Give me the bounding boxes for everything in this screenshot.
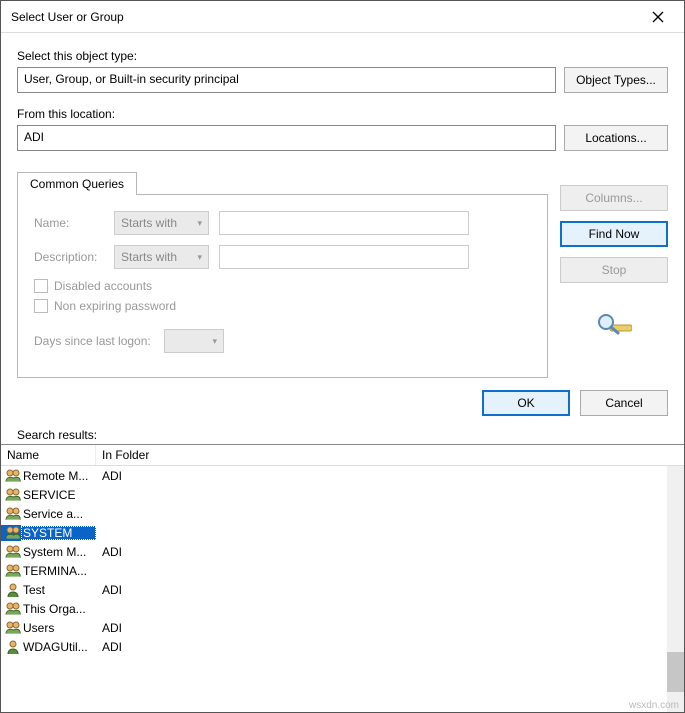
chevron-down-icon: ▾ bbox=[197, 218, 202, 229]
group-icon bbox=[1, 544, 21, 560]
search-results-label: Search results: bbox=[17, 428, 684, 442]
group-icon bbox=[1, 563, 21, 579]
cancel-button[interactable]: Cancel bbox=[580, 390, 668, 416]
disabled-accounts-label: Disabled accounts bbox=[54, 279, 152, 293]
table-row[interactable]: System M...ADI bbox=[1, 542, 684, 561]
table-row[interactable]: TERMINA... bbox=[1, 561, 684, 580]
query-name-label: Name: bbox=[34, 216, 114, 230]
group-icon bbox=[1, 487, 21, 503]
column-header-folder[interactable]: In Folder bbox=[96, 445, 684, 465]
stop-button[interactable]: Stop bbox=[560, 257, 668, 283]
days-logon-select[interactable]: ▾ bbox=[164, 329, 224, 353]
dialog-window: Select User or Group Select this object … bbox=[0, 0, 685, 713]
result-name: System M... bbox=[21, 545, 96, 559]
non-expiring-checkbox[interactable] bbox=[34, 299, 48, 313]
table-row[interactable]: WDAGUtil...ADI bbox=[1, 637, 684, 656]
group-icon bbox=[1, 525, 21, 541]
query-desc-label: Description: bbox=[34, 250, 114, 264]
result-folder: ADI bbox=[96, 469, 684, 483]
result-folder: ADI bbox=[96, 545, 684, 559]
group-icon bbox=[1, 601, 21, 617]
watermark: wsxdn.com bbox=[629, 700, 679, 711]
locations-button[interactable]: Locations... bbox=[564, 125, 668, 151]
table-row[interactable]: This Orga... bbox=[1, 599, 684, 618]
result-name: Remote M... bbox=[21, 469, 96, 483]
result-folder: ADI bbox=[96, 621, 684, 635]
scroll-thumb[interactable] bbox=[667, 652, 684, 692]
tab-common-queries[interactable]: Common Queries bbox=[17, 172, 137, 195]
result-name: Test bbox=[21, 583, 96, 597]
dialog-content: Select this object type: User, Group, or… bbox=[1, 33, 684, 422]
table-row[interactable]: SYSTEM bbox=[1, 523, 684, 542]
results-list: Name In Folder Remote M...ADISERVICEServ… bbox=[1, 444, 684, 712]
scrollbar[interactable] bbox=[667, 466, 684, 712]
table-row[interactable]: TestADI bbox=[1, 580, 684, 599]
non-expiring-label: Non expiring password bbox=[54, 299, 176, 313]
result-name: SYSTEM bbox=[21, 526, 96, 540]
search-magnifier-icon bbox=[596, 313, 632, 337]
chevron-down-icon: ▾ bbox=[197, 252, 202, 263]
result-folder: ADI bbox=[96, 640, 684, 654]
user-icon bbox=[1, 639, 21, 655]
location-field[interactable]: ADI bbox=[17, 125, 556, 151]
query-desc-mode-select[interactable]: Starts with ▾ bbox=[114, 245, 209, 269]
table-row[interactable]: Remote M...ADI bbox=[1, 466, 684, 485]
columns-button[interactable]: Columns... bbox=[560, 185, 668, 211]
query-desc-input[interactable] bbox=[219, 245, 469, 269]
object-type-label: Select this object type: bbox=[17, 49, 668, 63]
object-types-button[interactable]: Object Types... bbox=[564, 67, 668, 93]
ok-button[interactable]: OK bbox=[482, 390, 570, 416]
titlebar: Select User or Group bbox=[1, 1, 684, 33]
location-label: From this location: bbox=[17, 107, 668, 121]
query-name-mode-select[interactable]: Starts with ▾ bbox=[114, 211, 209, 235]
find-now-button[interactable]: Find Now bbox=[560, 221, 668, 247]
disabled-accounts-checkbox[interactable] bbox=[34, 279, 48, 293]
user-icon bbox=[1, 582, 21, 598]
result-name: SERVICE bbox=[21, 488, 96, 502]
days-logon-label: Days since last logon: bbox=[34, 334, 164, 348]
results-body[interactable]: Remote M...ADISERVICEService a...SYSTEMS… bbox=[1, 466, 684, 712]
table-row[interactable]: Service a... bbox=[1, 504, 684, 523]
chevron-down-icon: ▾ bbox=[212, 336, 217, 347]
table-row[interactable]: UsersADI bbox=[1, 618, 684, 637]
result-folder: ADI bbox=[96, 583, 684, 597]
query-name-input[interactable] bbox=[219, 211, 469, 235]
close-button[interactable] bbox=[638, 3, 678, 31]
tab-body: Name: Starts with ▾ Description: Starts … bbox=[17, 194, 548, 378]
result-name: WDAGUtil... bbox=[21, 640, 96, 654]
result-name: Service a... bbox=[21, 507, 96, 521]
results-header: Name In Folder bbox=[1, 445, 684, 466]
object-type-field[interactable]: User, Group, or Built-in security princi… bbox=[17, 67, 556, 93]
result-name: Users bbox=[21, 621, 96, 635]
result-name: This Orga... bbox=[21, 602, 96, 616]
table-row[interactable]: SERVICE bbox=[1, 485, 684, 504]
window-title: Select User or Group bbox=[11, 10, 638, 24]
group-icon bbox=[1, 506, 21, 522]
group-icon bbox=[1, 468, 21, 484]
column-header-name[interactable]: Name bbox=[1, 445, 96, 465]
close-icon bbox=[652, 11, 664, 23]
group-icon bbox=[1, 620, 21, 636]
result-name: TERMINA... bbox=[21, 564, 96, 578]
